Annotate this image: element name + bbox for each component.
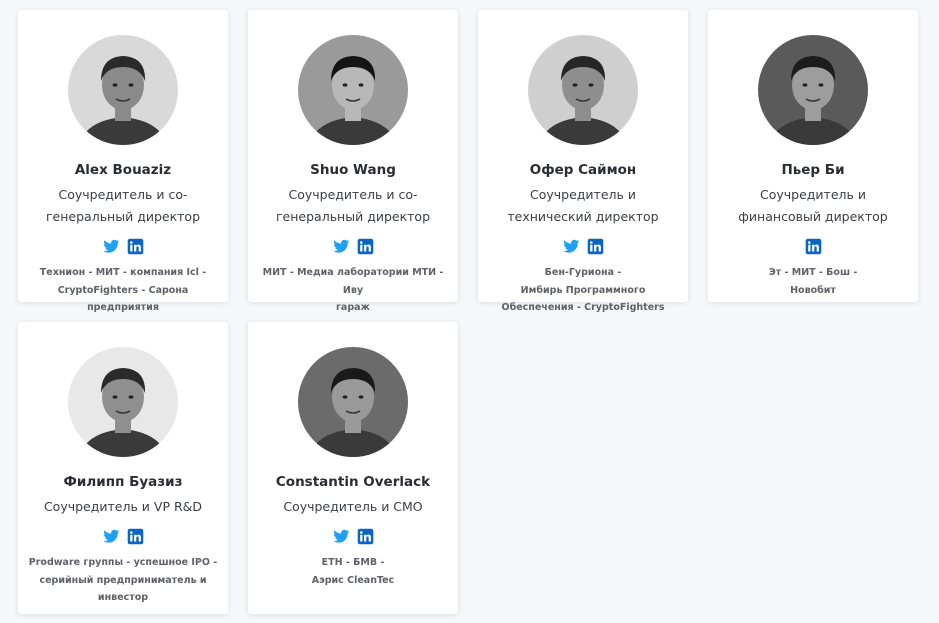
team-member-card: Shuo Wang Соучредитель и со-генеральный д… xyxy=(248,10,458,313)
team-member-card: Филипп Буазиз Соучредитель и VP R&D Prodwa… xyxy=(18,322,228,614)
twitter-icon[interactable] xyxy=(102,528,120,545)
member-role: Соучредитель и со-генеральный директор xyxy=(248,184,458,228)
member-bio: Эт - МИТ - Бош - Новобит xyxy=(704,264,922,299)
social-links xyxy=(18,238,228,255)
social-links xyxy=(248,528,458,545)
linkedin-icon[interactable] xyxy=(127,238,144,255)
member-bio: Бен-Гуриона - Имбирь Программного Обеспече… xyxy=(474,264,692,317)
member-role-line: финансовый директор xyxy=(738,209,888,224)
member-photo xyxy=(758,35,868,145)
member-role-line: генеральный директор xyxy=(275,209,431,224)
member-role-line: генеральный директор xyxy=(45,209,201,224)
twitter-icon[interactable] xyxy=(562,238,580,255)
member-bio-line: Эт - МИТ - Бош - xyxy=(768,267,858,278)
team-member-card: Пьер Би Соучредитель и финансовый директор… xyxy=(708,10,918,302)
linkedin-icon[interactable] xyxy=(357,528,374,545)
member-bio-line: Новобит xyxy=(790,284,836,296)
member-bio-line: гараж xyxy=(335,302,371,313)
member-bio-line: Обеспечения - CryptoFighters xyxy=(501,302,665,313)
team-member-card: Alex Bouaziz Соучредитель и со-генеральны… xyxy=(18,10,228,313)
member-name: Alex Bouaziz xyxy=(74,162,172,178)
member-role-line: Соучредитель и со- xyxy=(288,187,418,202)
member-role-line: Соучредитель и xyxy=(530,187,636,202)
member-bio-line: МИТ - Медиа лаборатории МТИ - xyxy=(262,267,444,278)
member-bio: ETH - БМВ - Аэрис CleanTec xyxy=(244,554,462,589)
member-role: Соучредитель и CMO xyxy=(248,496,458,518)
member-role: Соучредитель и VP R&D xyxy=(18,496,228,518)
member-photo xyxy=(298,35,408,145)
twitter-icon[interactable] xyxy=(332,528,350,545)
member-name: Офер Саймон xyxy=(529,162,637,178)
member-name: Пьер Би xyxy=(781,162,845,178)
member-bio-line: инвестор xyxy=(97,592,149,603)
member-bio-line: Prodware группы - успешное IPO - xyxy=(28,557,218,568)
member-photo xyxy=(528,35,638,145)
member-role: Соучредитель и со-генеральный директор xyxy=(18,184,228,228)
linkedin-icon[interactable] xyxy=(587,238,604,255)
member-bio-line: Имбирь Программного xyxy=(520,284,646,296)
member-role-line: Соучредитель и VP R&D xyxy=(43,499,203,514)
member-photo xyxy=(68,35,178,145)
member-bio-line: серийный предприниматель и xyxy=(39,574,207,586)
member-bio-line: ETH - БМВ - xyxy=(321,557,385,568)
member-name: Shuo Wang xyxy=(310,162,396,178)
member-role: Соучредитель и финансовый директор xyxy=(708,184,918,228)
member-role-line: Соучредитель и со- xyxy=(58,187,188,202)
team-member-card: Constantin Overlack Соучредитель и CMO ETH… xyxy=(248,322,458,614)
twitter-icon[interactable] xyxy=(102,238,120,255)
member-name: Constantin Overlack xyxy=(275,474,431,490)
member-role-line: Соучредитель и xyxy=(760,187,866,202)
social-links xyxy=(248,238,458,255)
member-role-line: технический директор xyxy=(507,209,659,224)
member-photo xyxy=(298,347,408,457)
member-bio-line: CryptoFighters - Сарона xyxy=(57,284,189,296)
member-photo xyxy=(68,347,178,457)
linkedin-icon[interactable] xyxy=(127,528,144,545)
member-bio-line: Аэрис CleanTec xyxy=(311,574,395,586)
social-links xyxy=(18,528,228,545)
member-bio: Prodware группы - успешное IPO - серийный… xyxy=(14,554,232,607)
linkedin-icon[interactable] xyxy=(357,238,374,255)
linkedin-icon[interactable] xyxy=(805,238,822,255)
member-role: Соучредитель и технический директор xyxy=(478,184,688,228)
member-bio-line: Технион - МИТ - компания Icl - xyxy=(39,267,207,278)
member-name: Филипп Буазиз xyxy=(63,474,183,490)
team-member-card: Офер Саймон Соучредитель и технический дир… xyxy=(478,10,688,313)
member-role-line: Соучредитель и CMO xyxy=(283,499,423,514)
member-bio: МИТ - Медиа лаборатории МТИ - Иву гараж xyxy=(244,264,462,317)
member-bio-line: Иву xyxy=(342,284,364,296)
member-bio-line: Бен-Гуриона - xyxy=(544,267,622,278)
member-bio-line: предприятия xyxy=(87,302,159,313)
social-links xyxy=(708,238,918,255)
member-bio: Технион - МИТ - компания Icl - CryptoFigh… xyxy=(14,264,232,317)
social-links xyxy=(478,238,688,255)
twitter-icon[interactable] xyxy=(332,238,350,255)
